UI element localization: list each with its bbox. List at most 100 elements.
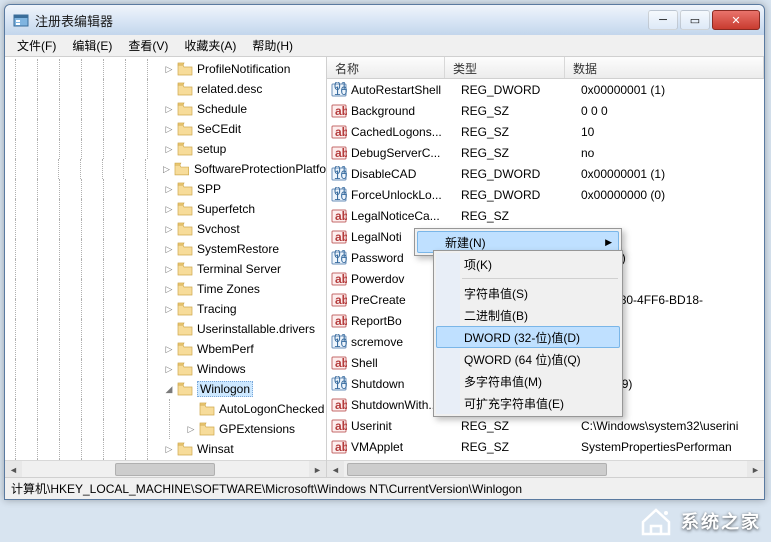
value-data: 0x00000001 (1)	[581, 167, 764, 181]
expand-icon[interactable]: ▷	[163, 263, 175, 275]
expand-icon[interactable]: ▷	[163, 363, 175, 375]
svg-text:100: 100	[334, 252, 347, 266]
tree-node[interactable]: ▷ Windows	[5, 359, 326, 379]
expand-icon[interactable]: ▷	[163, 223, 175, 235]
menu-2[interactable]: 查看(V)	[120, 35, 176, 56]
list-header: 名称 类型 数据	[327, 57, 764, 79]
svg-text:ab: ab	[335, 125, 347, 139]
scroll-right-icon[interactable]: ►	[747, 461, 764, 477]
list-row[interactable]: abLegalNoticeCa...REG_SZ	[327, 205, 764, 226]
tree-hscrollbar[interactable]: ◄ ►	[5, 460, 326, 477]
column-type[interactable]: 类型	[445, 57, 565, 78]
menu-3[interactable]: 收藏夹(A)	[176, 35, 244, 56]
menu-item[interactable]: 项(K)	[436, 253, 620, 275]
value-data: C:\Windows\system32\userini	[581, 419, 764, 433]
titlebar[interactable]: 注册表编辑器 ─ ▭ ✕	[5, 5, 764, 35]
tree-node[interactable]: ▷Schedule	[5, 99, 326, 119]
expand-icon[interactable]: ▷	[163, 203, 175, 215]
value-type: REG_SZ	[461, 419, 581, 433]
svg-text:100: 100	[334, 84, 347, 98]
list-row[interactable]: abUserinitREG_SZC:\Windows\system32\user…	[327, 415, 764, 436]
tree-label: Tracing	[197, 302, 237, 316]
expand-icon[interactable]: ▷	[185, 423, 197, 435]
menu-item[interactable]: 可扩充字符串值(E)	[436, 392, 620, 414]
tree-node[interactable]: ▷Userinstallable.drivers	[5, 319, 326, 339]
list-row[interactable]: abDebugServerC...REG_SZno	[327, 142, 764, 163]
value-type: REG_DWORD	[461, 188, 581, 202]
tree-node[interactable]: ▷Terminal Server	[5, 259, 326, 279]
expand-icon[interactable]: ▷	[163, 103, 175, 115]
svg-text:ab: ab	[335, 104, 347, 118]
menubar: 文件(F)编辑(E)查看(V)收藏夹(A)帮助(H)	[5, 35, 764, 57]
minimize-button[interactable]: ─	[648, 10, 678, 30]
scroll-left-icon[interactable]: ◄	[5, 461, 22, 477]
menu-item-label: 新建(N)	[445, 234, 486, 251]
scroll-right-icon[interactable]: ►	[309, 461, 326, 477]
collapse-icon[interactable]: ◢	[163, 383, 175, 395]
menu-item[interactable]: 字符串值(S)	[436, 282, 620, 304]
value-name: CachedLogons...	[351, 125, 461, 139]
tree-node[interactable]: ▷AutoLogonChecked	[5, 399, 326, 419]
window-controls: ─ ▭ ✕	[648, 10, 760, 30]
tree-node[interactable]: ▷related.desc	[5, 79, 326, 99]
list-row[interactable]: abVMAppletREG_SZSystemPropertiesPerforma…	[327, 436, 764, 457]
expand-icon[interactable]: ▷	[163, 343, 175, 355]
list-hscrollbar[interactable]: ◄ ►	[327, 460, 764, 477]
menu-0[interactable]: 文件(F)	[9, 35, 64, 56]
tree-node[interactable]: ◢Winlogon	[5, 379, 326, 399]
list-row[interactable]: 011100DisableCADREG_DWORD0x00000001 (1)	[327, 163, 764, 184]
menu-item[interactable]: 多字符串值(M)	[436, 370, 620, 392]
scroll-thumb[interactable]	[115, 463, 215, 476]
tree-node[interactable]: ▷Svchost	[5, 219, 326, 239]
context-submenu-new[interactable]: 项(K) 字符串值(S) 二进制值(B)DWORD (32-位)值(D)QWORD …	[433, 250, 623, 417]
menu-item[interactable]: QWORD (64 位)值(Q)	[436, 348, 620, 370]
tree-node[interactable]: ▷ setup	[5, 139, 326, 159]
tree-node[interactable]: ▷WbemPerf	[5, 339, 326, 359]
menu-1[interactable]: 编辑(E)	[64, 35, 120, 56]
tree-node[interactable]: ▷ Tracing	[5, 299, 326, 319]
tree-node[interactable]: ▷Winsat	[5, 439, 326, 459]
menu-item[interactable]: DWORD (32-位)值(D)	[436, 326, 620, 348]
tree-node[interactable]: ▷ Time Zones	[5, 279, 326, 299]
column-name[interactable]: 名称	[327, 57, 445, 78]
tree-node[interactable]: ▷SystemRestore	[5, 239, 326, 259]
expand-icon[interactable]: ▷	[161, 163, 173, 175]
column-data[interactable]: 数据	[565, 57, 764, 78]
list-row[interactable]: 011100AutoRestartShellREG_DWORD0x0000000…	[327, 79, 764, 100]
tree-label: setup	[197, 142, 226, 156]
menu-item-label: 字符串值(S)	[464, 285, 528, 302]
tree-node[interactable]: ▷ProfileNotification	[5, 59, 326, 79]
tree-view[interactable]: ▷ProfileNotification▷related.desc▷Schedu…	[5, 57, 326, 460]
list-row[interactable]: abBackgroundREG_SZ0 0 0	[327, 100, 764, 121]
expand-icon[interactable]: ▷	[163, 143, 175, 155]
tree-node[interactable]: ▷Superfetch	[5, 199, 326, 219]
tree-node[interactable]: ▷ SoftwareProtectionPlatfo	[5, 159, 326, 179]
value-name: DebugServerC...	[351, 146, 461, 160]
menu-item[interactable]: 二进制值(B)	[436, 304, 620, 326]
tree-label: Time Zones	[197, 282, 260, 296]
value-type: REG_SZ	[461, 146, 581, 160]
restore-button[interactable]: ▭	[680, 10, 710, 30]
tree-label: Windows	[197, 362, 246, 376]
tree-node[interactable]: ▷GPExtensions	[5, 419, 326, 439]
menu-4[interactable]: 帮助(H)	[244, 35, 301, 56]
tree-label: SoftwareProtectionPlatfo	[194, 162, 326, 176]
expand-icon[interactable]: ▷	[163, 63, 175, 75]
expand-icon[interactable]: ▷	[163, 283, 175, 295]
list-row[interactable]: abCachedLogons...REG_SZ10	[327, 121, 764, 142]
list-row[interactable]: 011100ForceUnlockLo...REG_DWORD0x0000000…	[327, 184, 764, 205]
value-type: REG_SZ	[461, 104, 581, 118]
close-button[interactable]: ✕	[712, 10, 760, 30]
expand-icon[interactable]: ▷	[163, 243, 175, 255]
tree-node[interactable]: ▷SeCEdit	[5, 119, 326, 139]
tree-node[interactable]: ▷SPP	[5, 179, 326, 199]
scroll-thumb[interactable]	[347, 463, 607, 476]
expand-icon[interactable]: ▷	[163, 183, 175, 195]
expand-icon[interactable]: ▷	[163, 123, 175, 135]
expand-icon[interactable]: ▷	[163, 303, 175, 315]
status-path: 计算机\HKEY_LOCAL_MACHINE\SOFTWARE\Microsof…	[11, 480, 522, 497]
value-name: ForceUnlockLo...	[351, 188, 461, 202]
svg-text:ab: ab	[335, 272, 347, 286]
scroll-left-icon[interactable]: ◄	[327, 461, 344, 477]
expand-icon[interactable]: ▷	[163, 443, 175, 455]
